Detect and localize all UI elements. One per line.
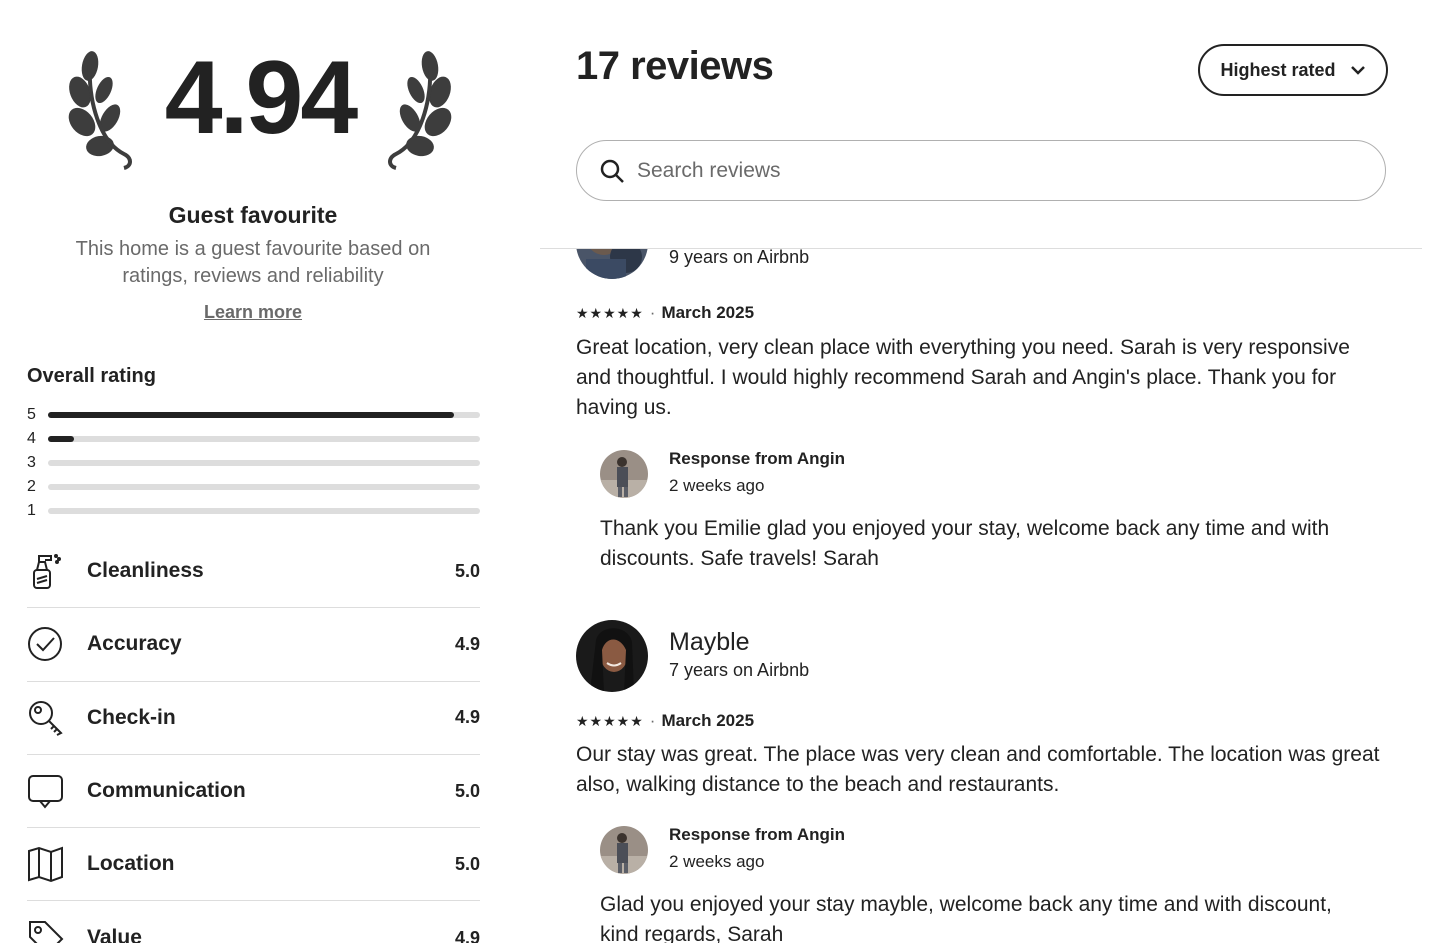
reviewer-header: 9 years on Airbnb xyxy=(576,249,1386,279)
review-text: Great location, very clean place with ev… xyxy=(576,336,1350,419)
reviews-count-heading: 17 reviews xyxy=(576,44,774,88)
rating-bar-label: 1 xyxy=(27,502,36,519)
rating-bar-track xyxy=(48,412,480,418)
rating-bar-row: 2 xyxy=(27,475,480,499)
category-value: 4.9 xyxy=(454,707,480,728)
response-time: 2 weeks ago xyxy=(669,852,765,871)
reviewer-tenure: 7 years on Airbnb xyxy=(669,660,810,680)
rating-bar-row: 4 xyxy=(27,427,480,451)
rating-bar-label: 4 xyxy=(27,430,36,447)
rating-summary-panel: 4.94 Guest favourite This home is a gues… xyxy=(0,0,520,943)
search-icon xyxy=(600,159,624,183)
guest-favourite-description: This home is a guest favourite based on … xyxy=(75,238,431,287)
rating-bar-label: 3 xyxy=(27,454,36,471)
category-value: 4.9 xyxy=(454,633,480,654)
map-icon xyxy=(27,844,67,884)
category-cleanliness: Cleanliness 5.0 xyxy=(27,535,480,609)
key-icon xyxy=(27,698,67,738)
rating-bar-label: 5 xyxy=(27,406,36,423)
rating-distribution: 5 4 3 2 1 xyxy=(27,403,480,523)
star-rating: ★★★★★ xyxy=(576,712,644,729)
rating-bar-track xyxy=(48,484,480,490)
category-communication: Communication 5.0 xyxy=(27,755,480,829)
category-accuracy: Accuracy 4.9 xyxy=(27,608,480,682)
category-location: Location 5.0 xyxy=(27,828,480,902)
spray-bottle-icon xyxy=(27,551,67,591)
rating-hero: 4.94 xyxy=(60,36,460,196)
reviews-list[interactable]: 9 years on Airbnb ★★★★★ · March 2025 Gre… xyxy=(540,249,1422,943)
reviewer-name: Mayble xyxy=(669,628,750,656)
tag-icon xyxy=(27,918,67,943)
review-text: Our stay was great. The place was very c… xyxy=(576,743,1380,796)
review-date: March 2025 xyxy=(661,303,755,322)
separator-dot: · xyxy=(649,303,656,322)
reviews-panel: 17 reviews Highest rated Search reviews … xyxy=(540,0,1422,943)
category-value: 4.9 xyxy=(454,927,480,943)
category-value: 5.0 xyxy=(454,853,480,874)
category-label: Accuracy xyxy=(87,632,182,656)
rating-bar-fill xyxy=(48,436,74,442)
search-reviews-field[interactable] xyxy=(576,140,1386,201)
sort-label: Highest rated xyxy=(1220,59,1336,80)
sort-dropdown[interactable]: Highest rated xyxy=(1198,44,1388,96)
search-input[interactable] xyxy=(637,158,1357,183)
rating-bar-row: 1 xyxy=(27,499,480,523)
category-label: Cleanliness xyxy=(87,559,204,583)
review-meta: ★★★★★ · March 2025 xyxy=(576,303,754,323)
review-item: 9 years on Airbnb ★★★★★ · March 2025 Gre… xyxy=(576,249,1386,570)
star-rating: ★★★★★ xyxy=(576,304,644,321)
rating-bar-track xyxy=(48,436,480,442)
separator-dot: · xyxy=(649,711,656,730)
review-item: Mayble 7 years on Airbnb ★★★★★ · March 2… xyxy=(576,620,1386,943)
rating-bar-label: 2 xyxy=(27,478,36,495)
response-text: Glad you enjoyed your stay mayble, welco… xyxy=(600,893,1332,943)
rating-bar-row: 3 xyxy=(27,451,480,475)
response-text: Thank you Emilie glad you enjoyed your s… xyxy=(600,517,1330,570)
response-title: Response from Angin xyxy=(669,449,845,468)
host-avatar xyxy=(600,450,648,498)
check-circle-icon xyxy=(27,624,67,664)
category-check-in: Check-in 4.9 xyxy=(27,682,480,755)
overall-rating-label: Overall rating xyxy=(27,365,156,387)
reviewer-tenure: 9 years on Airbnb xyxy=(669,249,810,267)
category-label: Communication xyxy=(87,779,246,803)
response-time: 2 weeks ago xyxy=(669,476,765,495)
category-value: Value 4.9 xyxy=(27,901,480,943)
response-title: Response from Angin xyxy=(669,825,845,844)
review-date: March 2025 xyxy=(661,711,755,730)
rating-bar-track xyxy=(48,508,480,514)
avatar xyxy=(576,249,648,279)
guest-favourite-title: Guest favourite xyxy=(168,202,338,228)
category-ratings: Cleanliness 5.0 Accuracy 4.9 Check-in 4.… xyxy=(27,535,480,943)
rating-bar-fill xyxy=(48,412,455,418)
speech-bubble-icon xyxy=(27,771,67,811)
rating-bar-track xyxy=(48,460,480,466)
category-label: Location xyxy=(87,852,175,876)
rating-bar-row: 5 xyxy=(27,403,480,427)
review-meta: ★★★★★ · March 2025 xyxy=(576,711,754,731)
reviewer-header: Mayble 7 years on Airbnb xyxy=(576,620,1386,692)
category-label: Value xyxy=(87,926,142,943)
learn-more-link[interactable]: Learn more xyxy=(0,302,506,323)
avatar xyxy=(576,620,648,692)
category-label: Check-in xyxy=(87,705,176,729)
chevron-down-icon xyxy=(1350,66,1365,75)
host-avatar xyxy=(600,826,648,874)
category-value: 5.0 xyxy=(454,780,480,801)
category-value: 5.0 xyxy=(454,560,480,581)
laurel-right-icon xyxy=(388,51,452,170)
